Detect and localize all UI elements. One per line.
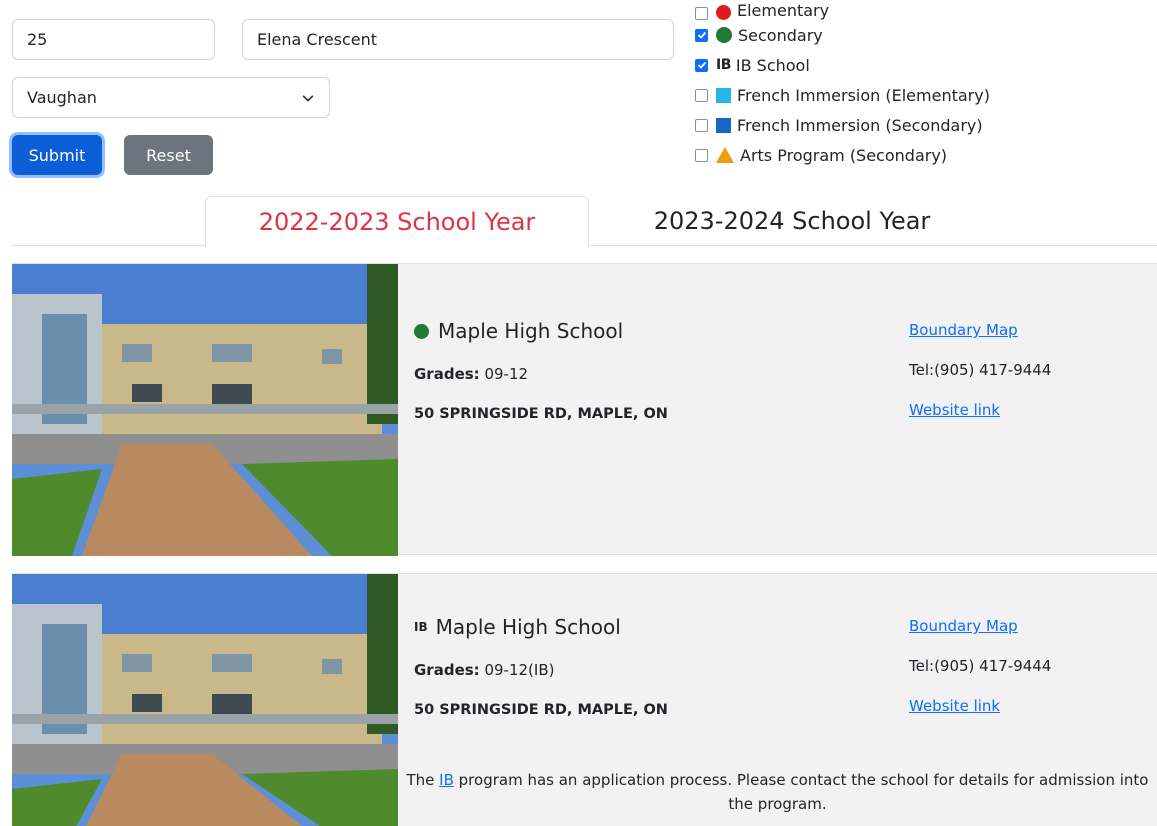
school-info: IB Maple High School Grades: 09-12(IB) 5… <box>414 615 668 718</box>
filter-label: Elementary <box>737 1 830 20</box>
filter-arts-program[interactable]: Arts Program (Secondary) <box>695 140 1155 170</box>
checkmark-icon <box>697 31 706 39</box>
reset-button[interactable]: Reset <box>124 135 213 175</box>
filter-label: Secondary <box>738 25 823 45</box>
filter-ib-school[interactable]: IB IB School <box>695 50 1155 80</box>
school-type-filters: Elementary Secondary IB IB School French… <box>695 0 1155 170</box>
school-name-text: Maple High School <box>438 319 624 343</box>
grades-value: 09-12 <box>484 365 529 383</box>
filter-label: IB School <box>735 55 810 75</box>
house-number-input[interactable]: 25 <box>12 19 215 60</box>
chevron-down-icon <box>302 94 314 101</box>
green-circle-icon <box>716 27 732 43</box>
school-grades: Grades: 09-12 <box>414 365 668 383</box>
blue-square-icon <box>716 117 731 133</box>
cyan-square-icon <box>716 87 731 103</box>
red-circle-icon <box>716 5 731 20</box>
school-address: 50 SPRINGSIDE RD, MAPLE, ON <box>414 702 668 718</box>
checkmark-icon <box>697 61 706 69</box>
website-link[interactable]: Website link <box>909 697 1051 715</box>
school-year-tabs: 2022-2023 School Year 2023-2024 School Y… <box>12 196 1157 247</box>
city-select-value: Vaughan <box>27 88 97 107</box>
checkbox-french-immersion-elementary[interactable] <box>695 88 708 102</box>
tab-label: 2022-2023 School Year <box>258 207 536 236</box>
school-photo <box>12 574 398 826</box>
green-circle-icon <box>414 323 429 339</box>
street-name-value: Elena Crescent <box>257 30 378 49</box>
orange-triangle-icon <box>716 147 734 163</box>
ib-icon: IB <box>414 620 428 634</box>
checkbox-arts-program[interactable] <box>695 148 708 162</box>
checkbox-elementary[interactable] <box>695 7 708 20</box>
school-links: Boundary Map Tel:(905) 417-9444 Website … <box>909 321 1051 419</box>
checkbox-ib-school[interactable] <box>695 58 708 72</box>
checkbox-secondary[interactable] <box>695 28 708 42</box>
school-photo <box>12 264 398 556</box>
ib-icon: IB <box>716 57 731 73</box>
filter-label: Arts Program (Secondary) <box>740 145 948 165</box>
filter-label: French Immersion (Elementary) <box>737 85 990 105</box>
school-card: Maple High School Grades: 09-12 50 SPRIN… <box>12 263 1157 556</box>
submit-button-label: Submit <box>28 145 86 165</box>
note-text: The <box>406 771 440 789</box>
boundary-map-link[interactable]: Boundary Map <box>909 321 1051 339</box>
boundary-map-link[interactable]: Boundary Map <box>909 617 1051 635</box>
grades-label: Grades: <box>414 365 480 383</box>
ib-link[interactable]: IB <box>439 771 454 789</box>
city-select[interactable]: Vaughan <box>12 77 330 118</box>
reset-button-label: Reset <box>146 145 191 165</box>
tab-2023-2024[interactable]: 2023-2024 School Year <box>600 196 984 246</box>
filter-label: French Immersion (Secondary) <box>737 115 983 135</box>
school-name: Maple High School <box>414 319 668 343</box>
tab-label: 2023-2024 School Year <box>653 207 931 235</box>
street-name-input[interactable]: Elena Crescent <box>242 19 674 60</box>
grades-value: 09-12(IB) <box>484 661 555 679</box>
submit-button[interactable]: Submit <box>12 135 102 175</box>
school-name-text: Maple High School <box>435 615 621 639</box>
tab-2022-2023[interactable]: 2022-2023 School Year <box>205 196 589 247</box>
checkbox-french-immersion-secondary[interactable] <box>695 118 708 132</box>
filter-french-immersion-elementary[interactable]: French Immersion (Elementary) <box>695 80 1155 110</box>
school-phone: Tel:(905) 417-9444 <box>909 657 1052 675</box>
grades-label: Grades: <box>414 661 480 679</box>
school-links: Boundary Map Tel:(905) 417-9444 Website … <box>909 617 1051 715</box>
house-number-value: 25 <box>27 30 48 49</box>
filter-secondary[interactable]: Secondary <box>695 20 1155 50</box>
ib-program-note: The IB program has an application proces… <box>398 768 1157 816</box>
school-info: Maple High School Grades: 09-12 50 SPRIN… <box>414 319 668 422</box>
school-grades: Grades: 09-12(IB) <box>414 661 668 679</box>
website-link[interactable]: Website link <box>909 401 1051 419</box>
school-phone: Tel:(905) 417-9444 <box>909 361 1052 379</box>
note-text: program has an application process. Plea… <box>453 771 1149 813</box>
filter-french-immersion-secondary[interactable]: French Immersion (Secondary) <box>695 110 1155 140</box>
filter-elementary[interactable]: Elementary <box>695 0 1155 20</box>
school-card: IB Maple High School Grades: 09-12(IB) 5… <box>12 573 1157 826</box>
school-address: 50 SPRINGSIDE RD, MAPLE, ON <box>414 406 668 422</box>
school-name: IB Maple High School <box>414 615 668 639</box>
